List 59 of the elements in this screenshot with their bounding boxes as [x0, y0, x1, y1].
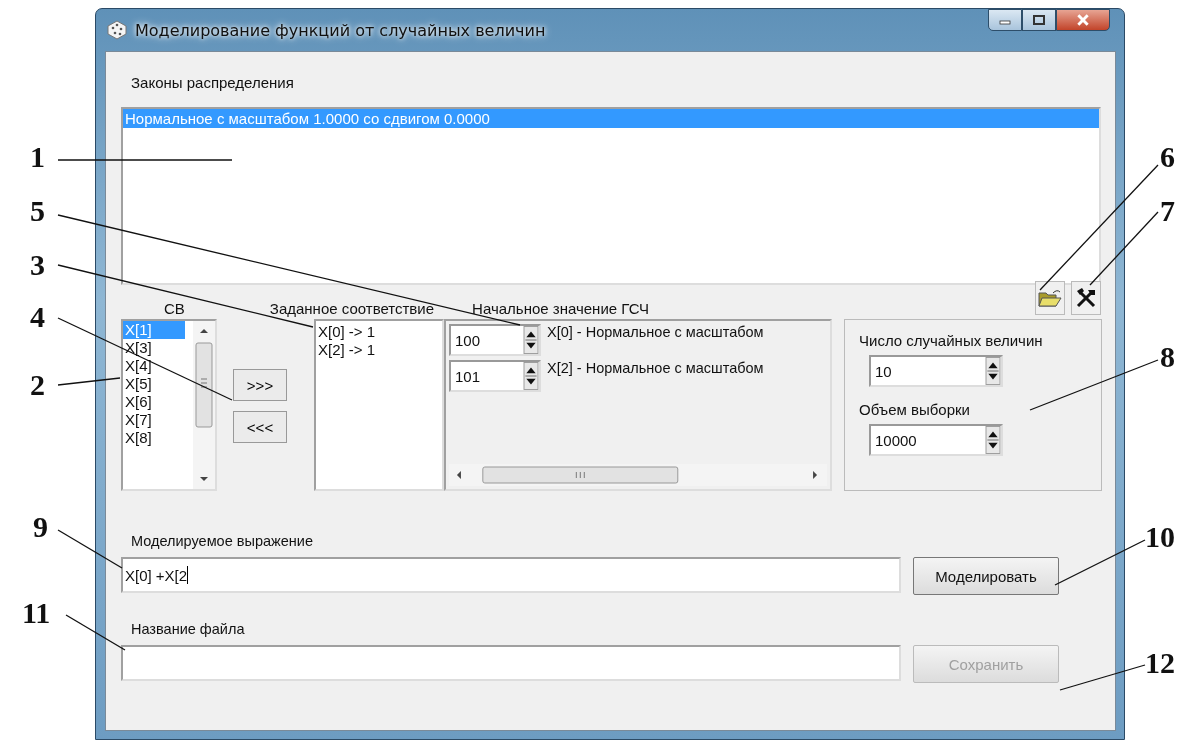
list-item[interactable]: X[3] [123, 339, 185, 357]
field-label: Число случайных величин [859, 332, 1044, 349]
callout-number: 5 [30, 194, 45, 228]
maximize-button[interactable] [1022, 9, 1056, 31]
callout-number: 9 [33, 510, 48, 544]
variable-list[interactable]: X[1] X[3] X[4] X[5] X[6] X[7] X[8] [121, 319, 217, 491]
variable-label: X[0] - Нормальное с масштабом [547, 324, 764, 340]
number-spinner[interactable]: 101 [449, 360, 541, 392]
column-label: Заданное соответствие [269, 300, 435, 317]
spin-button[interactable] [523, 326, 539, 354]
maximize-icon [1033, 15, 1045, 25]
tools-button[interactable] [1071, 281, 1101, 315]
field-label: Моделируемое выражение [131, 533, 313, 549]
callout-number: 7 [1160, 194, 1175, 228]
move-button[interactable]: <<< [233, 411, 287, 443]
leader-line [65, 614, 126, 651]
list-item[interactable]: X[5] [123, 375, 185, 393]
list-item[interactable]: X[7] [123, 411, 185, 429]
callout-number: 8 [1160, 340, 1175, 374]
list-item[interactable]: X[6] [123, 393, 185, 411]
mapping-list[interactable]: X[0] -> 1 X[2] -> 1 [314, 319, 444, 491]
minimize-button[interactable] [988, 9, 1022, 31]
list-item[interactable]: X[2] -> 1 [318, 341, 440, 359]
number-spinner[interactable]: 10 [869, 355, 1003, 387]
close-icon [1076, 14, 1090, 26]
spin-button[interactable] [985, 357, 1001, 385]
list-item[interactable]: X[4] [123, 357, 185, 375]
callout-number: 3 [30, 248, 45, 282]
window-title: Моделирование функций от случайных величин [135, 20, 546, 40]
list-item[interactable]: X[8] [123, 429, 185, 447]
callout-number: 12 [1145, 646, 1175, 680]
callout-number: 6 [1160, 140, 1175, 174]
callout-number: 10 [1145, 520, 1175, 554]
folder-icon [1038, 288, 1062, 308]
spin-button[interactable] [523, 362, 539, 390]
model-button[interactable]: Моделировать [913, 557, 1059, 595]
file-name-field[interactable] [121, 645, 901, 681]
field-label: Название файла [131, 621, 245, 637]
section-label: Законы распределения [131, 74, 294, 91]
leader-line [57, 529, 123, 569]
callout-number: 4 [30, 300, 45, 334]
scrollbar[interactable] [193, 321, 215, 489]
open-button[interactable] [1035, 281, 1065, 315]
expression-field[interactable]: X[0] +X[2 [121, 557, 901, 593]
callout-number: 2 [30, 368, 45, 402]
number-spinner[interactable]: 10000 [869, 424, 1003, 456]
field-label: Объем выборки [859, 401, 971, 418]
spin-button[interactable] [985, 426, 1001, 454]
close-button[interactable] [1056, 9, 1110, 31]
list-item[interactable]: X[0] -> 1 [318, 323, 440, 341]
callout-number: 11 [22, 596, 51, 630]
variable-label: X[2] - Нормальное с масштабом [547, 360, 764, 376]
dice-icon [107, 20, 127, 40]
callout-number: 1 [30, 140, 45, 174]
column-label: СВ [164, 300, 185, 317]
number-spinner[interactable]: 100 [449, 324, 541, 356]
column-label: Начальное значение ГСЧ [472, 300, 650, 317]
hammer-wrench-icon [1074, 286, 1098, 310]
move-button[interactable]: >>> [233, 369, 287, 401]
